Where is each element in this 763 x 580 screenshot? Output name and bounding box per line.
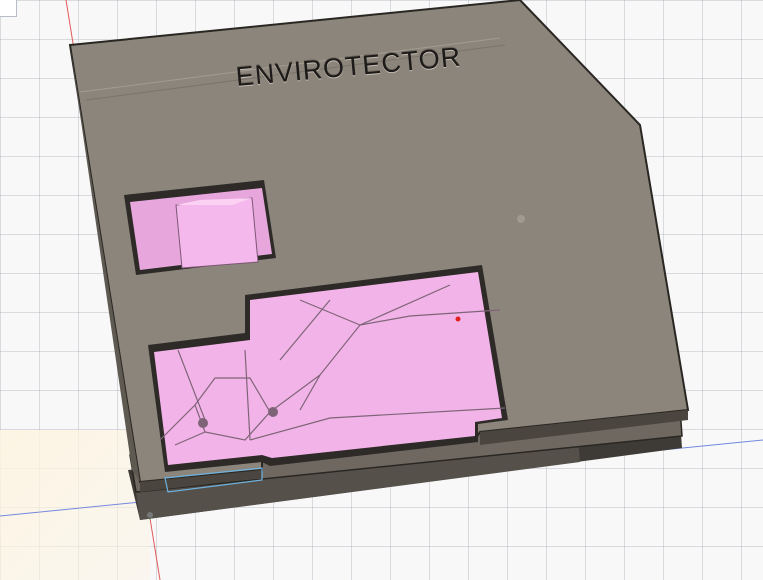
3d-viewport[interactable]: ENVIROTECTOR (0, 0, 763, 580)
origin-point (455, 316, 461, 322)
origin-marker (147, 512, 153, 518)
sensor-component (175, 197, 259, 269)
enclosure-model[interactable] (0, 0, 763, 580)
pcb-hole (268, 407, 278, 417)
mounting-hole (517, 215, 525, 223)
pcb-hole (198, 418, 208, 428)
